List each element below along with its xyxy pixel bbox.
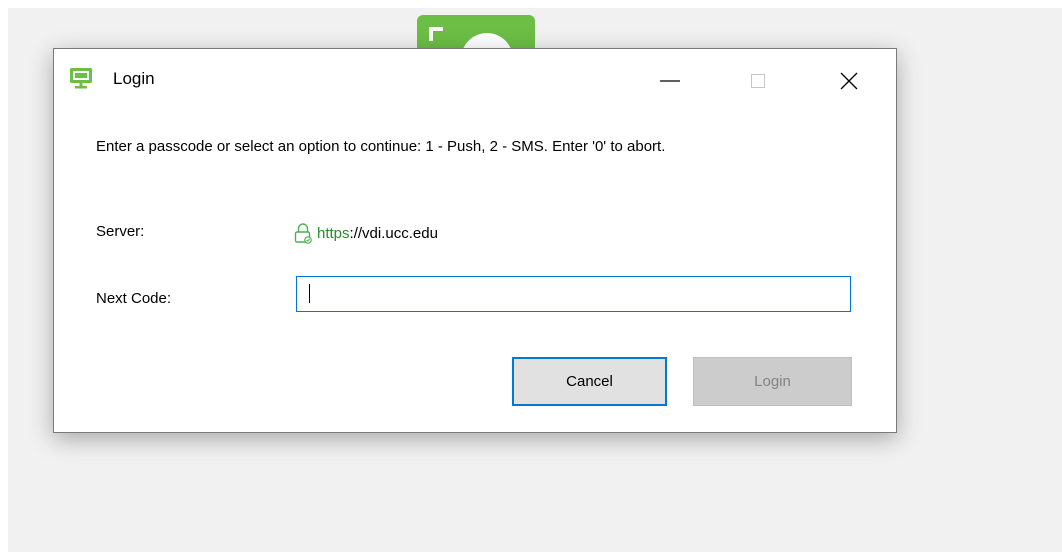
login-button[interactable]: Login — [693, 357, 852, 406]
text-caret — [309, 284, 310, 303]
minimize-button[interactable] — [647, 61, 693, 101]
secure-lock-icon — [294, 222, 312, 244]
minimize-icon — [660, 80, 680, 82]
login-dialog: Login Enter a passcode or select an opti… — [53, 48, 897, 433]
server-url-scheme: https — [317, 224, 350, 242]
logo-bracket-shape — [429, 27, 443, 41]
close-button[interactable] — [826, 61, 872, 101]
next-code-label: Next Code: — [96, 290, 172, 307]
instruction-message: Enter a passcode or select an option to … — [96, 138, 666, 155]
cancel-button[interactable]: Cancel — [512, 357, 667, 406]
dialog-title: Login — [113, 69, 155, 88]
maximize-icon — [751, 74, 765, 88]
maximize-button[interactable] — [735, 61, 781, 101]
server-url: https://vdi.ucc.edu — [294, 221, 438, 245]
server-url-host: ://vdi.ucc.edu — [349, 224, 438, 242]
server-label: Server: — [96, 223, 145, 240]
titlebar[interactable]: Login — [54, 49, 896, 111]
remote-desktop-monitor-icon — [69, 66, 93, 90]
close-icon — [840, 72, 858, 90]
next-code-input[interactable] — [296, 276, 851, 312]
